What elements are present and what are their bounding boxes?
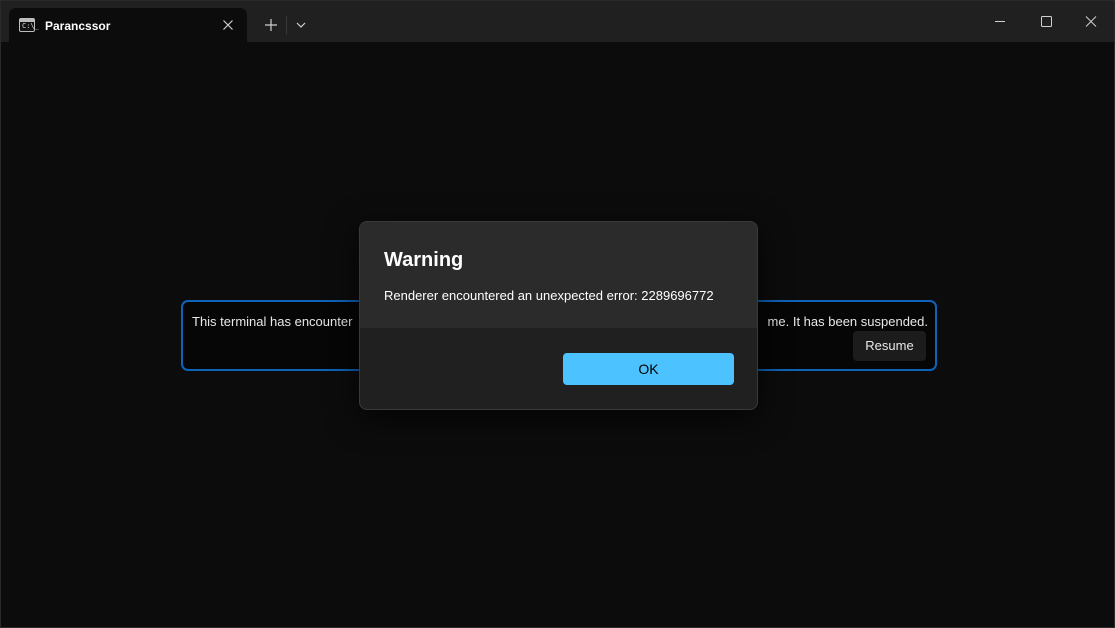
warning-dialog: Warning Renderer encountered an unexpect…: [359, 221, 758, 410]
terminal-icon-glyph: C:\_: [22, 22, 39, 30]
info-bar-text-left: This terminal has encounter: [192, 314, 353, 329]
dialog-title: Warning: [384, 249, 464, 271]
chevron-down-icon[interactable]: [291, 15, 311, 35]
minimize-icon: [995, 21, 1005, 22]
plus-icon[interactable]: [259, 13, 283, 37]
info-bar-text-right: me. It has been suspended.: [767, 314, 928, 329]
title-bar[interactable]: C:\_ Parancssor: [1, 1, 1114, 42]
close-icon: [1085, 16, 1097, 27]
close-tab-icon[interactable]: [219, 16, 237, 34]
dialog-content: Warning Renderer encountered an unexpect…: [360, 222, 757, 328]
maximize-icon: [1041, 16, 1052, 27]
maximize-button[interactable]: [1023, 1, 1069, 42]
ok-button[interactable]: OK: [563, 353, 734, 385]
close-window-button[interactable]: [1068, 1, 1114, 42]
resume-button[interactable]: Resume: [853, 331, 926, 361]
tab-title: Parancssor: [45, 19, 111, 33]
dialog-message: Renderer encountered an unexpected error…: [384, 288, 714, 303]
minimize-button[interactable]: [977, 1, 1023, 42]
terminal-icon: C:\_: [19, 18, 39, 32]
terminal-window: C:\_ Parancssor This terminal has encoun…: [0, 0, 1115, 628]
tab-parancssor[interactable]: C:\_ Parancssor: [9, 8, 247, 42]
tab-separator: [286, 16, 287, 34]
